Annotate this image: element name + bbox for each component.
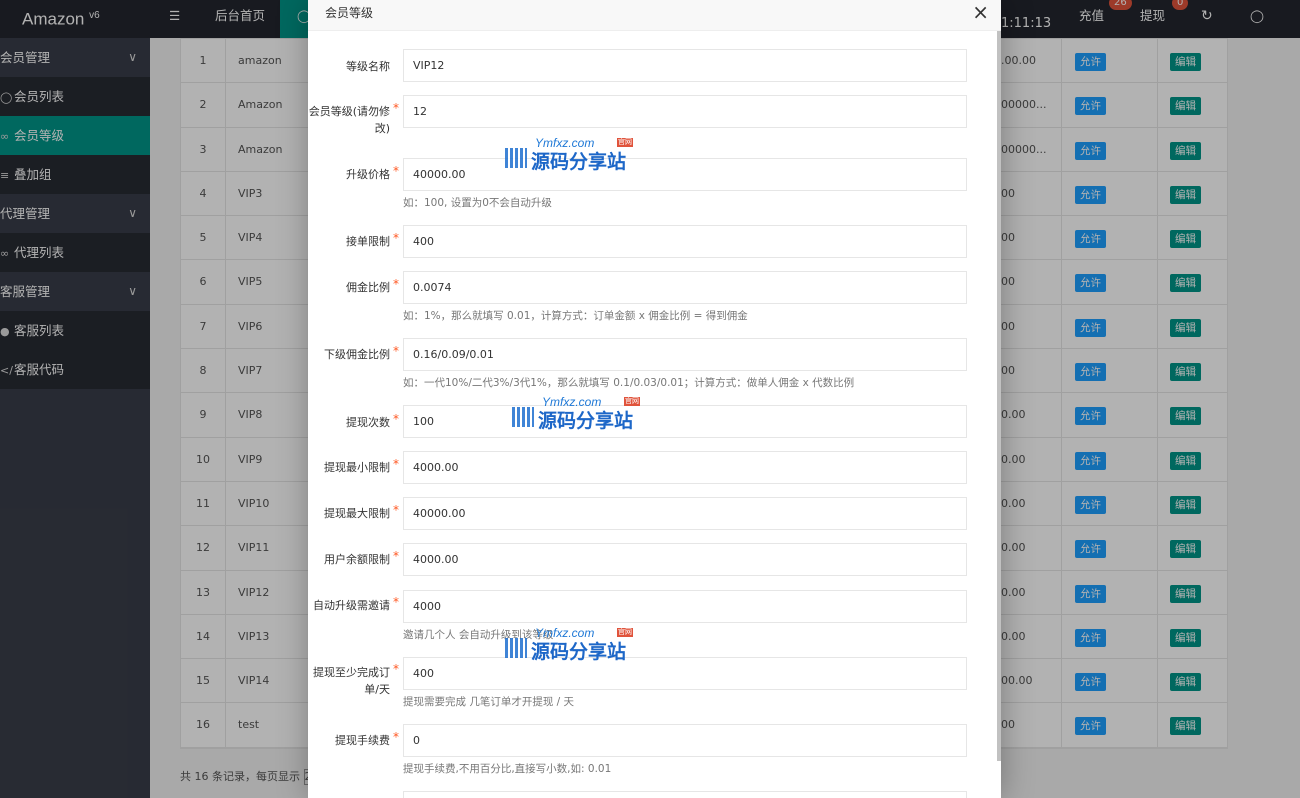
required-mark: * (393, 101, 399, 115)
required-mark: * (393, 549, 399, 563)
field-input[interactable]: 100 (403, 405, 967, 438)
watermark-logo-icon (505, 148, 527, 168)
required-mark: * (393, 277, 399, 291)
field-label: 提现最大限制 (324, 507, 390, 520)
modal-header: 会员等级 × (308, 0, 1001, 31)
partial-input[interactable] (403, 791, 967, 798)
field-label: 下级佣金比例 (324, 348, 390, 361)
required-mark: * (393, 503, 399, 517)
required-mark: * (393, 730, 399, 744)
field-input[interactable]: 400 (403, 225, 967, 258)
field-input[interactable]: VIP12 (403, 49, 967, 82)
field-input[interactable]: 4000.00 (403, 543, 967, 576)
field-hint: 提现需要完成 几笔订单才开提现 / 天 (403, 696, 575, 708)
watermark-tag: 官网 (617, 628, 633, 637)
field-input[interactable]: 40000.00 (403, 497, 967, 530)
watermark-tag: 官网 (624, 397, 640, 406)
field-hint: 提现手续费,不用百分比,直接写小数,如: 0.01 (403, 763, 612, 775)
field-input[interactable]: 40000.00 (403, 158, 967, 191)
watermark-zh: 源码分享站 (531, 641, 627, 663)
field-hint: 如：一代10%/二代3%/3代1%，那么就填写 0.1/0.03/0.01；计算… (403, 377, 855, 389)
field-label: 升级价格 (346, 168, 390, 181)
field-label: 提现最小限制 (324, 461, 390, 474)
required-mark: * (393, 164, 399, 178)
field-label: 接单限制 (346, 235, 390, 248)
watermark-zh: 源码分享站 (538, 410, 634, 432)
required-mark: * (393, 412, 399, 426)
watermark-logo-icon (512, 407, 534, 427)
field-label: 等级名称 (346, 60, 390, 73)
watermark: Ymfxz.com 官网 源码分享站 (512, 395, 642, 432)
field-input[interactable]: 400 (403, 657, 967, 690)
watermark-tag: 官网 (617, 138, 633, 147)
field-label: 会员等级(请勿修改) (308, 105, 390, 135)
modal-scrollbar[interactable] (997, 31, 1001, 761)
watermark: Ymfxz.com 官网 源码分享站 (505, 136, 635, 173)
watermark-zh: 源码分享站 (531, 151, 627, 173)
required-mark: * (393, 344, 399, 358)
field-input[interactable]: 12 (403, 95, 967, 128)
modal-title: 会员等级 (325, 6, 374, 20)
close-icon[interactable]: × (972, 0, 989, 24)
field-label: 提现手续费 (335, 734, 390, 747)
field-input[interactable]: 0.16/0.09/0.01 (403, 338, 967, 371)
field-label: 提现次数 (346, 416, 390, 429)
required-mark: * (393, 595, 399, 609)
field-label: 自动升级需邀请 (313, 599, 390, 612)
field-hint: 如：1%，那么就填写 0.01，计算方式：订单金额 x 佣金比例 = 得到佣金 (403, 310, 748, 322)
field-input[interactable]: 0 (403, 724, 967, 757)
required-mark: * (393, 662, 399, 676)
field-label: 佣金比例 (346, 281, 390, 294)
required-mark: * (393, 457, 399, 471)
field-label: 提现至少完成订单/天 (313, 666, 390, 696)
member-level-modal: 会员等级 × 等级名称 VIP12 会员等级(请勿修改) * 12 升级价格 * 40000.… (308, 0, 1001, 798)
field-input[interactable]: 4000.00 (403, 451, 967, 484)
field-input[interactable]: 0.0074 (403, 271, 967, 304)
required-mark: * (393, 231, 399, 245)
watermark: Ymfxz.com 官网 源码分享站 (505, 626, 635, 663)
field-input[interactable]: 4000 (403, 590, 967, 623)
watermark-logo-icon (505, 638, 527, 658)
field-label: 用户余额限制 (324, 553, 390, 566)
field-hint: 如：100, 设置为0不会自动升级 (403, 197, 552, 209)
